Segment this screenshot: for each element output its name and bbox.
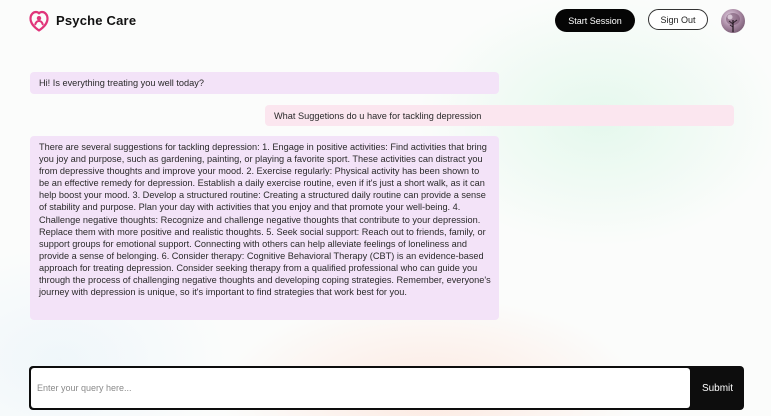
assistant-message: There are several suggestions for tackli… — [30, 136, 499, 320]
avatar-image — [726, 13, 740, 32]
start-session-button[interactable]: Start Session — [555, 9, 635, 32]
user-avatar-icon[interactable] — [721, 9, 745, 33]
user-message: What Suggetions do u have for tackling d… — [265, 105, 734, 126]
top-nav: Psyche Care Start Session Sign Out — [0, 0, 771, 44]
query-input[interactable] — [31, 368, 690, 408]
assistant-message: Hi! Is everything treating you well toda… — [30, 72, 499, 94]
submit-button[interactable]: Submit — [693, 368, 742, 408]
sign-out-button[interactable]: Sign Out — [648, 9, 708, 30]
query-composer: Submit — [29, 366, 744, 410]
brand-name: Psyche Care — [56, 13, 137, 28]
heart-user-icon[interactable] — [29, 10, 49, 32]
